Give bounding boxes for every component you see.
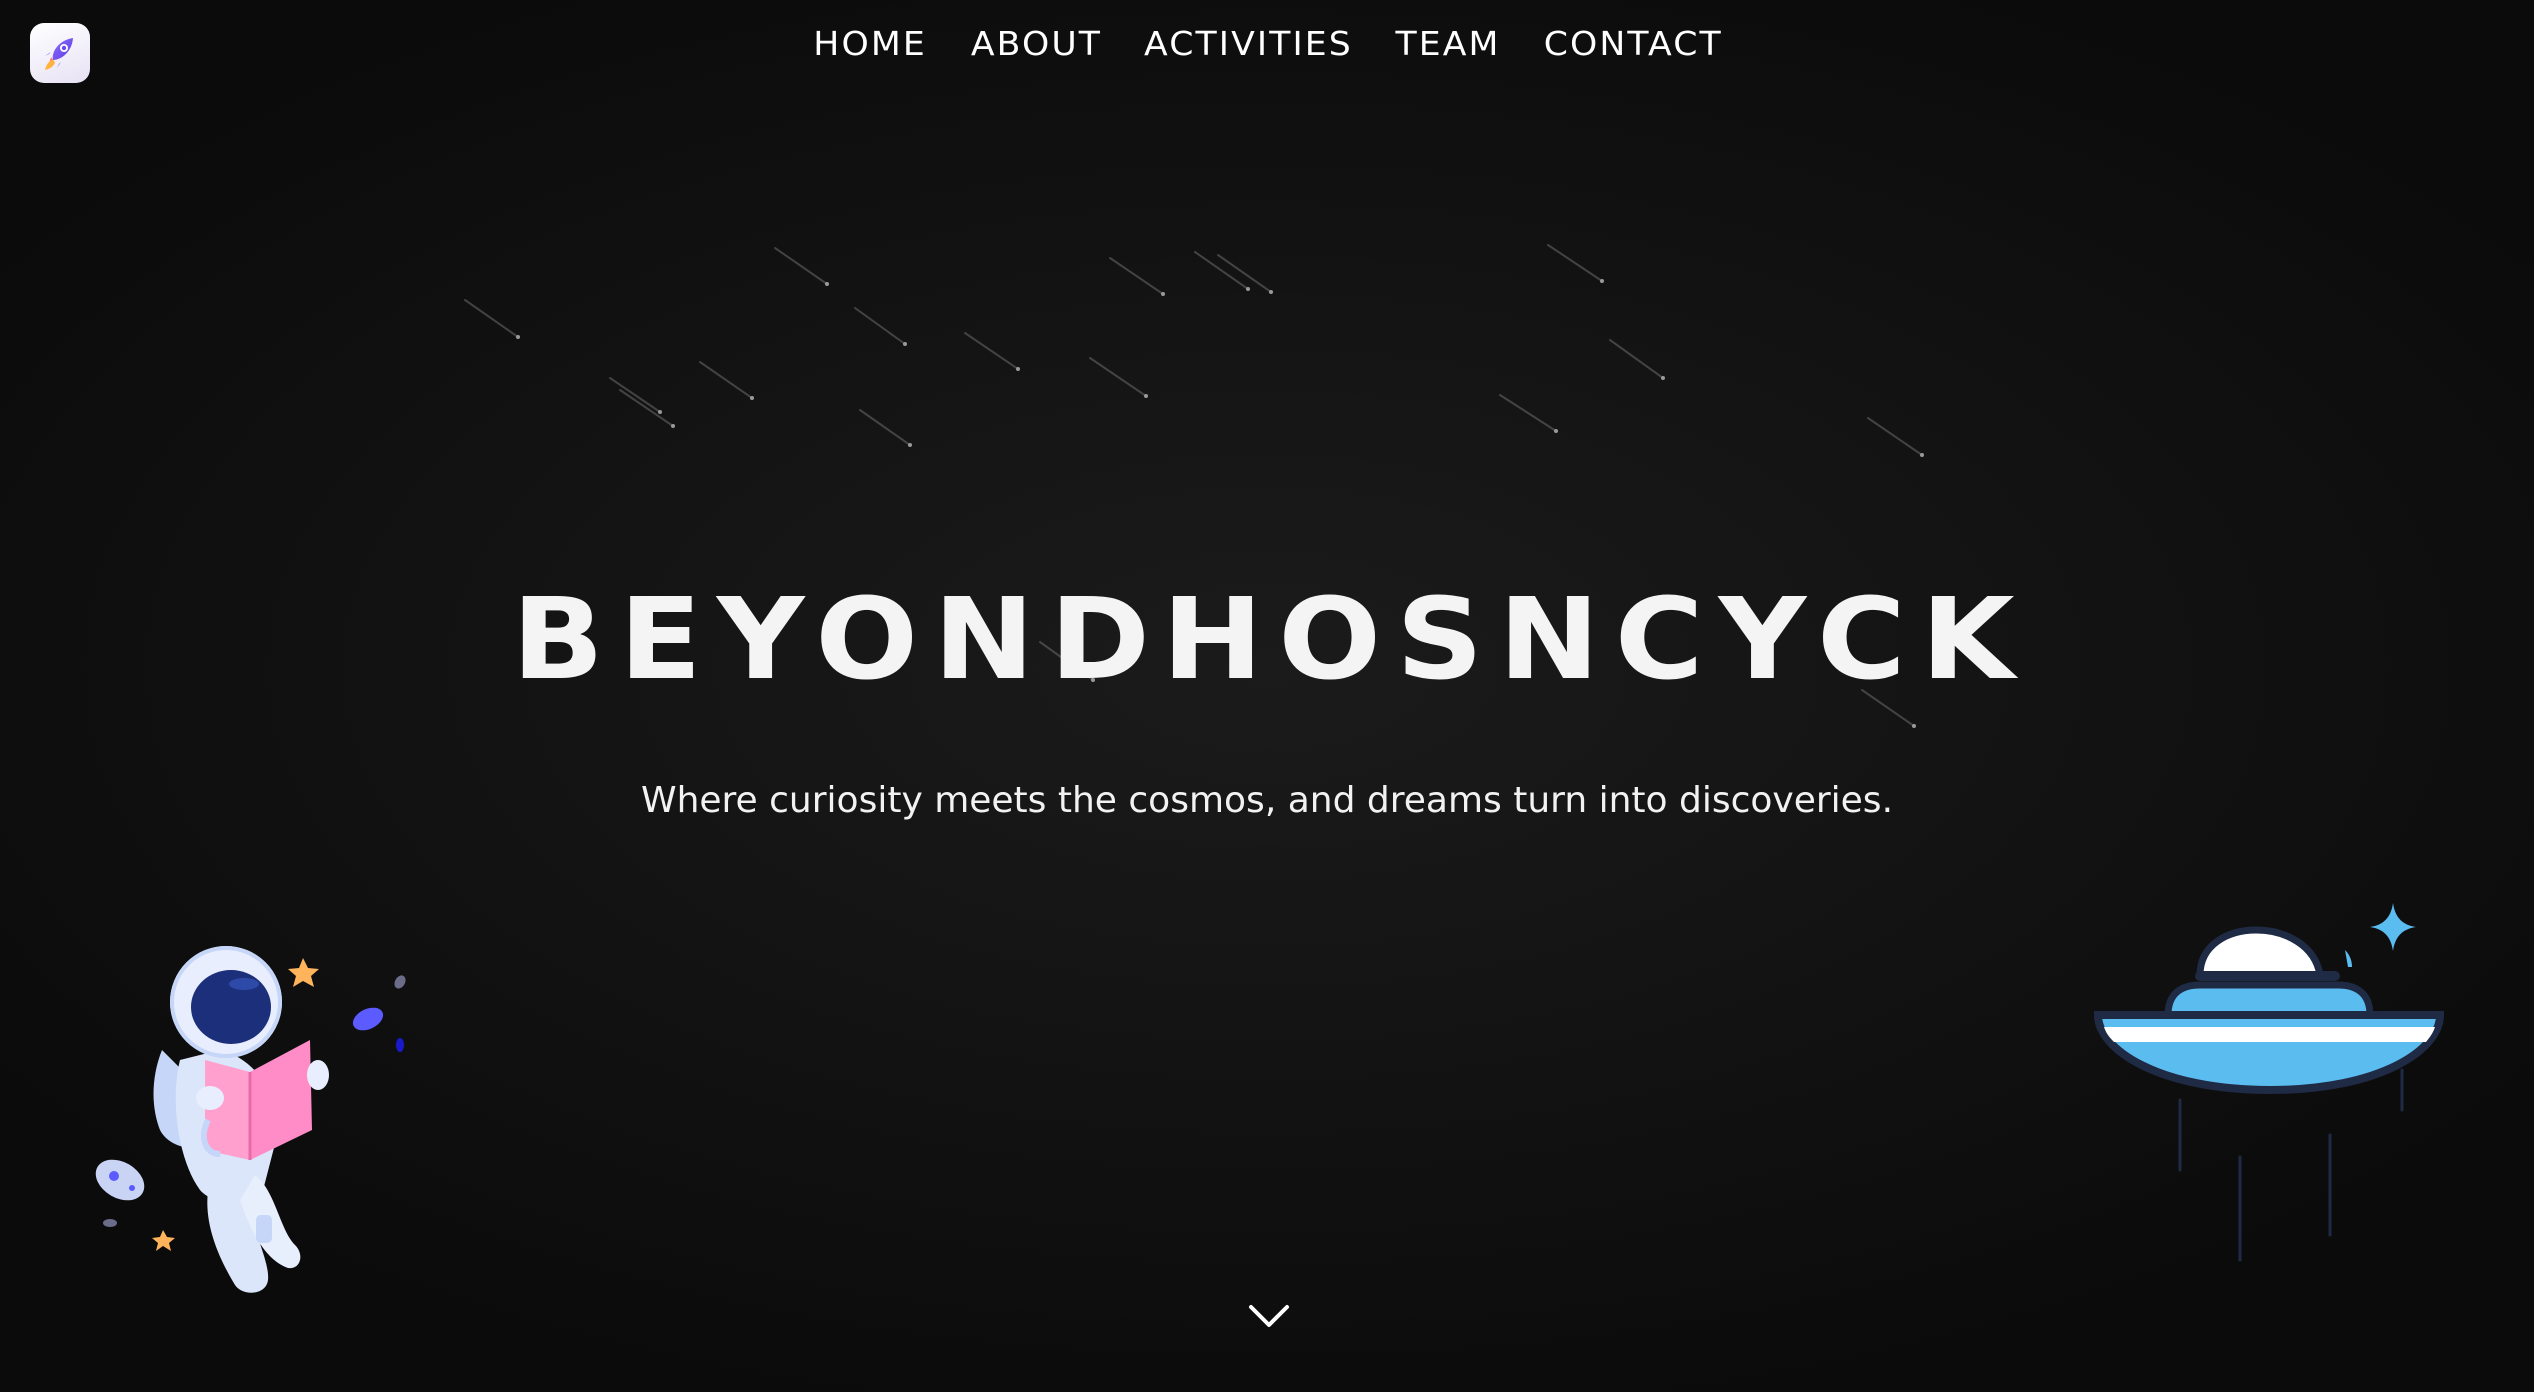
meteor-streak (609, 377, 661, 413)
scroll-down-button[interactable] (1247, 1298, 1291, 1334)
meteor-streak (464, 299, 519, 338)
meteor-streak (1609, 339, 1664, 379)
meteor-streak (1217, 254, 1272, 293)
meteor-streak (964, 332, 1019, 370)
astronaut-reading-illustration (95, 946, 406, 1293)
nav-home[interactable]: HOME (813, 24, 927, 63)
meteor-streak (619, 389, 674, 427)
nav-activities[interactable]: ACTIVITIES (1144, 24, 1353, 63)
meteor-streak (1547, 244, 1603, 282)
meteor-streak (699, 361, 753, 399)
meteor-streak (854, 307, 906, 345)
hero-tagline: Where curiosity meets the cosmos, and dr… (640, 780, 1894, 821)
hero-title-word-2: HOSNCYCK (1161, 575, 2030, 705)
nav-contact[interactable]: CONTACT (1544, 24, 1723, 63)
meteor-streak (1499, 394, 1557, 432)
hero-title: BEYOND HOSNCYCK (0, 575, 2534, 705)
meteor-streak (859, 409, 911, 446)
meteor-streak (1867, 417, 1923, 456)
chevron-down-icon (1249, 1305, 1289, 1327)
meteor-streak (1109, 257, 1164, 295)
nav-about[interactable]: ABOUT (971, 24, 1102, 63)
ufo-illustration (2093, 903, 2445, 1262)
nav-team[interactable]: TEAM (1395, 24, 1500, 63)
meteor-streak (774, 247, 828, 285)
hero-title-word-1: BEYOND (512, 575, 1166, 705)
meteor-streak (1194, 251, 1249, 290)
meteor-streak (1089, 357, 1147, 397)
main-navigation: HOME ABOUT ACTIVITIES TEAM CONTACT (0, 24, 2534, 63)
